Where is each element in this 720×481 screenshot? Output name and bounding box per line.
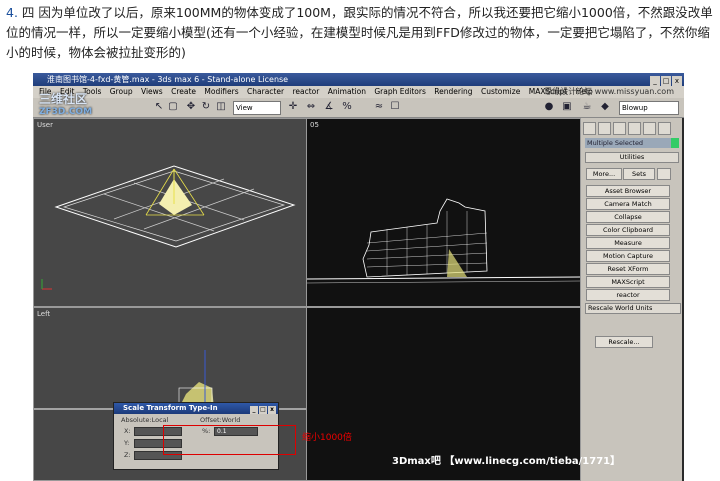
rotate-icon[interactable]: ↻ (200, 101, 212, 113)
viewport-user[interactable]: User (33, 118, 307, 307)
logo-text-cn: 三维社区 (39, 92, 88, 106)
intro-text: 四 因为单位改了以后，原来100MM的物体变成了100M，跟实际的情况不符合，所… (6, 5, 713, 60)
minimize-button[interactable]: _ (650, 76, 660, 86)
menu-modifiers[interactable]: Modifiers (204, 87, 238, 96)
menu-create[interactable]: Create (171, 87, 196, 96)
more-button[interactable]: More... (586, 168, 622, 180)
selection-color-swatch[interactable] (671, 138, 679, 148)
mirror-icon[interactable]: ⇔ (305, 101, 317, 113)
select-icon[interactable]: ↖ (153, 101, 165, 113)
offset-world-label: Offset:World (200, 416, 241, 424)
highlight-box (163, 425, 296, 455)
title-bar: 淮南图书馆-4-fxd-黄管.max - 3ds max 6 - Stand-a… (33, 73, 684, 86)
menu-character[interactable]: Character (247, 87, 284, 96)
intro-paragraph: 4. 四 因为单位改了以后，原来100MM的物体变成了100M，跟实际的情况不符… (6, 3, 714, 63)
utilities-rollout-title[interactable]: Utilities (585, 152, 679, 163)
rescale-button[interactable]: Rescale... (595, 336, 653, 348)
menu-animation[interactable]: Animation (328, 87, 366, 96)
step-number: 4. (6, 5, 18, 20)
motion-tab-icon[interactable] (628, 122, 641, 135)
reference-coordinate-select[interactable]: View (233, 101, 281, 115)
window-title: 淮南图书馆-4-fxd-黄管.max - 3ds max 6 - Stand-a… (47, 75, 289, 84)
viewport-label-camera: 05 (310, 121, 319, 129)
menu-reactor[interactable]: reactor (292, 87, 319, 96)
move-icon[interactable]: ✥ (185, 101, 197, 113)
close-button[interactable]: x (672, 76, 682, 86)
max-screenshot: 淮南图书馆-4-fxd-黄管.max - 3ds max 6 - Stand-a… (33, 73, 684, 481)
z-axis-label: Z: (124, 451, 131, 459)
menu-rendering[interactable]: Rendering (434, 87, 472, 96)
menu-bar: File Edit Tools Group Views Create Modif… (33, 86, 684, 98)
curve-editor-icon[interactable]: ≈ (373, 101, 385, 113)
site-logo: 三维社区 ZF3D.COM (39, 93, 92, 119)
dialog-title: Scale Transform Type-In (123, 404, 218, 412)
color-clipboard-button[interactable]: Color Clipboard (586, 224, 670, 236)
menu-views[interactable]: Views (141, 87, 163, 96)
dialog-maximize-button[interactable]: □ (259, 406, 267, 414)
configure-button-sets-icon[interactable] (657, 168, 671, 180)
rescale-rollout-title[interactable]: Rescale World Units (585, 303, 681, 314)
absolute-local-label: Absolute:Local (121, 416, 169, 424)
pivot-icon[interactable]: ✛ (287, 101, 299, 113)
render-type-select[interactable]: Blowup (619, 101, 679, 115)
reactor-button[interactable]: reactor (586, 289, 670, 301)
scale-icon[interactable]: ◫ (215, 101, 227, 113)
command-panel-tabs (581, 120, 682, 136)
command-panel: Multiple Selected Utilities More... Sets… (581, 118, 682, 481)
measure-button[interactable]: Measure (586, 237, 670, 249)
user-view-model (41, 165, 296, 290)
selection-name-field[interactable]: Multiple Selected (585, 138, 671, 148)
display-tab-icon[interactable] (643, 122, 656, 135)
utilities-tab-icon[interactable] (658, 122, 671, 135)
menu-customize[interactable]: Customize (481, 87, 520, 96)
menu-graph-editors[interactable]: Graph Editors (374, 87, 426, 96)
quick-render-icon[interactable]: ☕ (581, 101, 593, 113)
viewport-label-user: User (37, 121, 53, 129)
annotation-label: 缩小1000倍 (302, 433, 352, 443)
dialog-minimize-button[interactable]: _ (250, 406, 258, 414)
percent-snap-icon[interactable]: % (341, 101, 353, 113)
modify-tab-icon[interactable] (598, 122, 611, 135)
collapse-button[interactable]: Collapse (586, 211, 670, 223)
hierarchy-tab-icon[interactable] (613, 122, 626, 135)
asset-browser-button[interactable]: Asset Browser (586, 185, 670, 197)
dialog-close-button[interactable]: x (268, 406, 276, 414)
x-axis-label: X: (124, 427, 131, 435)
camera-match-button[interactable]: Camera Match (586, 198, 670, 210)
create-tab-icon[interactable] (583, 122, 596, 135)
brand-watermark: 思缘设计论坛 www.missyuan.com (544, 87, 674, 96)
select-region-icon[interactable]: ▢ (167, 101, 179, 113)
maxscript-button[interactable]: MAXScript (586, 276, 670, 288)
render-last-icon[interactable]: ◆ (599, 101, 611, 113)
main-toolbar: ↖ ▢ ✥ ↻ ◫ View ✛ ⇔ ∡ % ≈ ☐ ● ▣ ☕ ◆ Blowu… (33, 98, 684, 118)
viewport-label-left: Left (37, 310, 51, 318)
snap-icon[interactable]: ∡ (323, 101, 335, 113)
motion-capture-button[interactable]: Motion Capture (586, 250, 670, 262)
viewport-camera[interactable]: 05 (306, 118, 581, 307)
sets-button[interactable]: Sets (623, 168, 655, 180)
render-scene-icon[interactable]: ▣ (561, 101, 573, 113)
y-axis-label: Y: (124, 439, 130, 447)
building-wireframe (306, 198, 581, 284)
maximize-button[interactable]: □ (661, 76, 671, 86)
menu-group[interactable]: Group (110, 87, 133, 96)
reset-xform-button[interactable]: Reset XForm (586, 263, 670, 275)
dialog-title-bar: Scale Transform Type-In _ □ x (114, 403, 278, 414)
source-credit: 3Dmax吧 【www.linecg.com/tieba/1771】 (392, 456, 621, 467)
schematic-icon[interactable]: ☐ (389, 101, 401, 113)
material-editor-icon[interactable]: ● (543, 101, 555, 113)
